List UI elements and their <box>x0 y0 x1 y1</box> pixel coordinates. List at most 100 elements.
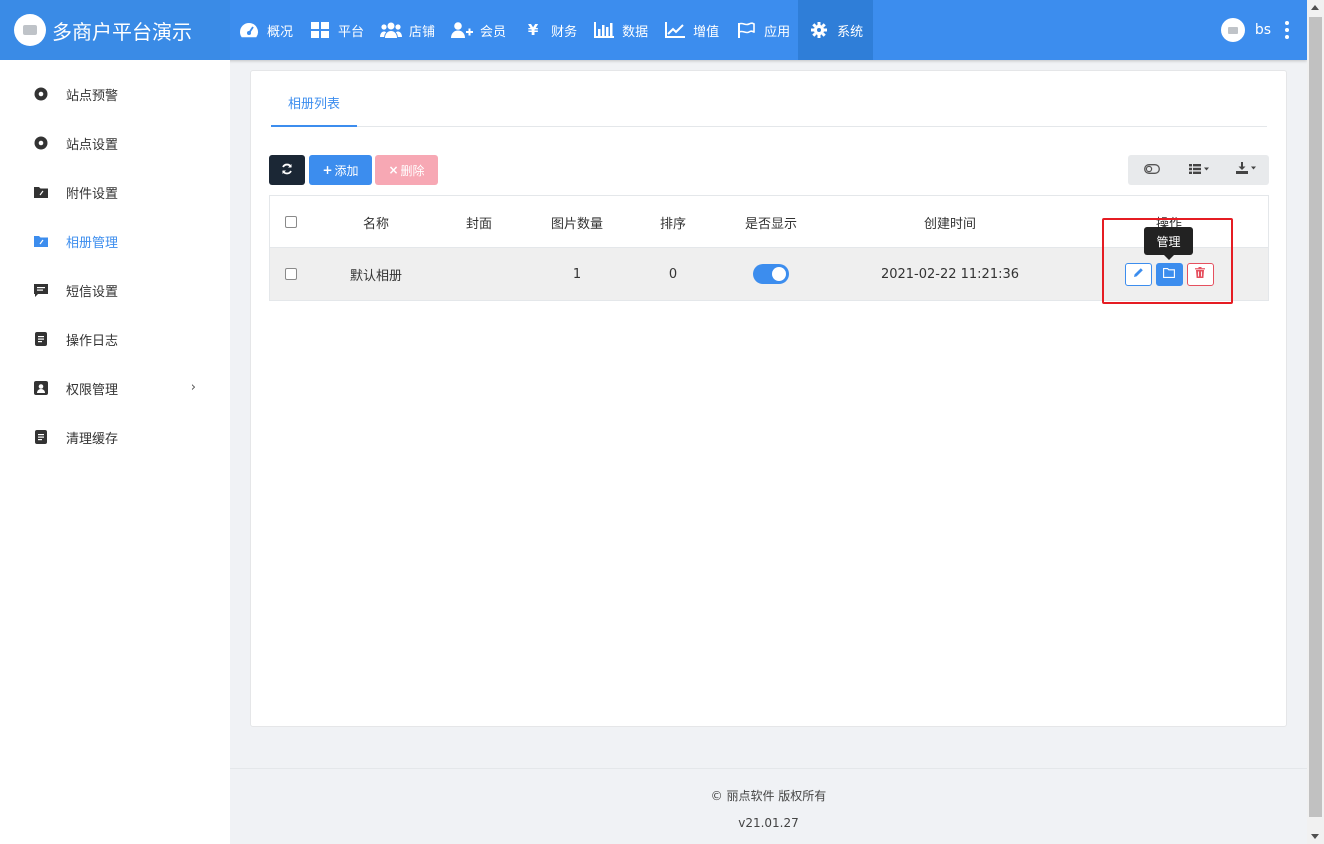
header-cover[interactable]: 封面 <box>440 196 518 248</box>
add-button-label: 添加 <box>334 163 359 178</box>
sidebar-item-permission-management[interactable]: 权限管理 › <box>0 368 230 408</box>
document-icon <box>34 430 48 444</box>
cell-sort: 0 <box>668 266 678 282</box>
cell-cover <box>440 248 518 300</box>
sidebar-item-label: 附件设置 <box>66 186 119 202</box>
chevron-right-icon: › <box>190 380 196 395</box>
delete-button[interactable]: × 删除 <box>375 155 438 185</box>
line-chart-icon <box>664 20 686 40</box>
row-checkbox-cell <box>270 248 312 300</box>
sidebar-item-label: 站点预警 <box>66 88 119 104</box>
plus-icon: + <box>322 163 333 177</box>
tab-album-list[interactable]: 相册列表 <box>271 91 358 127</box>
tab-bar: 相册列表 <box>271 91 1267 127</box>
refresh-button[interactable] <box>269 155 305 185</box>
list-icon <box>1188 163 1209 178</box>
brand[interactable]: 多商户平台演示 <box>0 0 230 60</box>
main-nav: 概况 平台 店铺 会员 ¥ 财务 数据 增值 应用 系统 <box>230 0 874 60</box>
header-visible[interactable]: 是否显示 <box>710 196 832 248</box>
scrollbar-thumb[interactable] <box>1309 17 1322 817</box>
folder-clip-icon <box>34 234 48 248</box>
scroll-down-arrow-icon[interactable] <box>1311 834 1319 839</box>
document-icon <box>34 332 48 346</box>
footer-copyright: © 丽点软件 版权所有 <box>710 789 827 803</box>
nav-label: 系统 <box>837 24 864 40</box>
sidebar-item-album-management[interactable]: 相册管理 <box>0 221 230 261</box>
header-image-count[interactable]: 图片数量 <box>518 196 636 248</box>
sidebar: 站点预警 站点设置 附件设置 相册管理 短信设置 操作日志 权限管理 › 清理缓… <box>0 60 230 844</box>
sidebar-item-attachment-settings[interactable]: 附件设置 <box>0 172 230 212</box>
nav-label: 应用 <box>764 24 791 40</box>
message-icon <box>34 283 48 297</box>
circle-dot-icon <box>34 136 48 150</box>
dashboard-icon <box>238 20 260 40</box>
columns-dropdown-button[interactable] <box>1175 155 1222 185</box>
toggle-icon <box>1143 163 1160 178</box>
nav-item-member[interactable]: 会员 <box>443 0 514 60</box>
export-dropdown-button[interactable] <box>1222 155 1269 185</box>
user-name[interactable]: bs <box>1255 22 1271 38</box>
user-area: bs <box>1220 0 1289 60</box>
nav-label: 平台 <box>338 24 365 40</box>
circle-dot-icon <box>34 87 48 101</box>
cell-name: 默认相册 <box>349 268 402 284</box>
highlight-box <box>1102 218 1233 304</box>
header-sort[interactable]: 排序 <box>636 196 710 248</box>
scroll-up-arrow-icon[interactable] <box>1311 5 1319 10</box>
nav-item-data[interactable]: 数据 <box>585 0 656 60</box>
nav-label: 数据 <box>622 24 649 40</box>
header-checkbox-cell <box>270 196 312 248</box>
delete-button-label: 删除 <box>400 163 425 178</box>
nav-label: 概况 <box>267 24 294 40</box>
nav-item-finance[interactable]: ¥ 财务 <box>514 0 585 60</box>
sidebar-item-label: 站点设置 <box>66 137 119 153</box>
sidebar-item-site-alert[interactable]: 站点预警 <box>0 74 230 114</box>
sidebar-item-clear-cache[interactable]: 清理缓存 <box>0 417 230 457</box>
sidebar-item-label: 相册管理 <box>66 235 119 251</box>
gear-icon <box>808 20 830 40</box>
toggle-view-button[interactable] <box>1128 155 1175 185</box>
add-button[interactable]: + 添加 <box>309 155 372 185</box>
yen-icon: ¥ <box>527 21 539 39</box>
nav-label: 增值 <box>693 24 720 40</box>
grid-icon <box>309 20 331 40</box>
nav-label: 财务 <box>551 24 578 40</box>
row-checkbox[interactable] <box>285 268 297 280</box>
nav-item-value-added[interactable]: 增值 <box>656 0 727 60</box>
top-navbar: 多商户平台演示 概况 平台 店铺 会员 ¥ 财务 数据 增值 应用 系统 bs <box>0 0 1307 60</box>
cell-visible <box>710 248 832 300</box>
select-all-checkbox[interactable] <box>285 216 297 228</box>
content-card: 相册列表 + 添加 × 删除 名称 封面 图片数量 排序 是否显示 创建时间 操… <box>250 70 1287 727</box>
cell-created-time: 2021-02-22 11:21:36 <box>880 266 1020 282</box>
nav-item-apps[interactable]: 应用 <box>727 0 798 60</box>
sidebar-item-sms-settings[interactable]: 短信设置 <box>0 270 230 310</box>
refresh-icon <box>281 163 293 178</box>
visible-toggle[interactable] <box>753 264 789 284</box>
nav-item-system[interactable]: 系统 <box>798 0 874 60</box>
nav-item-shop[interactable]: 店铺 <box>372 0 443 60</box>
users-icon <box>380 20 403 40</box>
folder-clip-icon <box>34 185 48 199</box>
sidebar-item-operation-log[interactable]: 操作日志 <box>0 319 230 359</box>
page-scrollbar[interactable] <box>1307 0 1324 844</box>
cell-image-count: 1 <box>572 266 582 282</box>
bar-chart-icon <box>593 20 615 40</box>
nav-item-overview[interactable]: 概况 <box>230 0 301 60</box>
avatar[interactable] <box>1220 18 1245 42</box>
header-created-time[interactable]: 创建时间 <box>832 196 1068 248</box>
sidebar-item-label: 短信设置 <box>66 284 119 300</box>
sidebar-item-site-settings[interactable]: 站点设置 <box>0 123 230 163</box>
footer: © 丽点软件 版权所有 v21.01.27 <box>230 768 1307 844</box>
nav-label: 店铺 <box>409 24 436 40</box>
sidebar-item-label: 权限管理 <box>66 382 119 398</box>
nav-label: 会员 <box>480 24 507 40</box>
sidebar-item-label: 操作日志 <box>66 333 119 349</box>
table-tools-group <box>1128 155 1269 185</box>
times-icon: × <box>388 163 399 177</box>
header-name[interactable]: 名称 <box>312 196 440 248</box>
brand-title: 多商户平台演示 <box>52 19 192 44</box>
more-menu-icon[interactable] <box>1285 21 1289 39</box>
user-plus-icon <box>451 20 474 40</box>
nav-item-platform[interactable]: 平台 <box>301 0 372 60</box>
flag-icon <box>735 20 757 40</box>
